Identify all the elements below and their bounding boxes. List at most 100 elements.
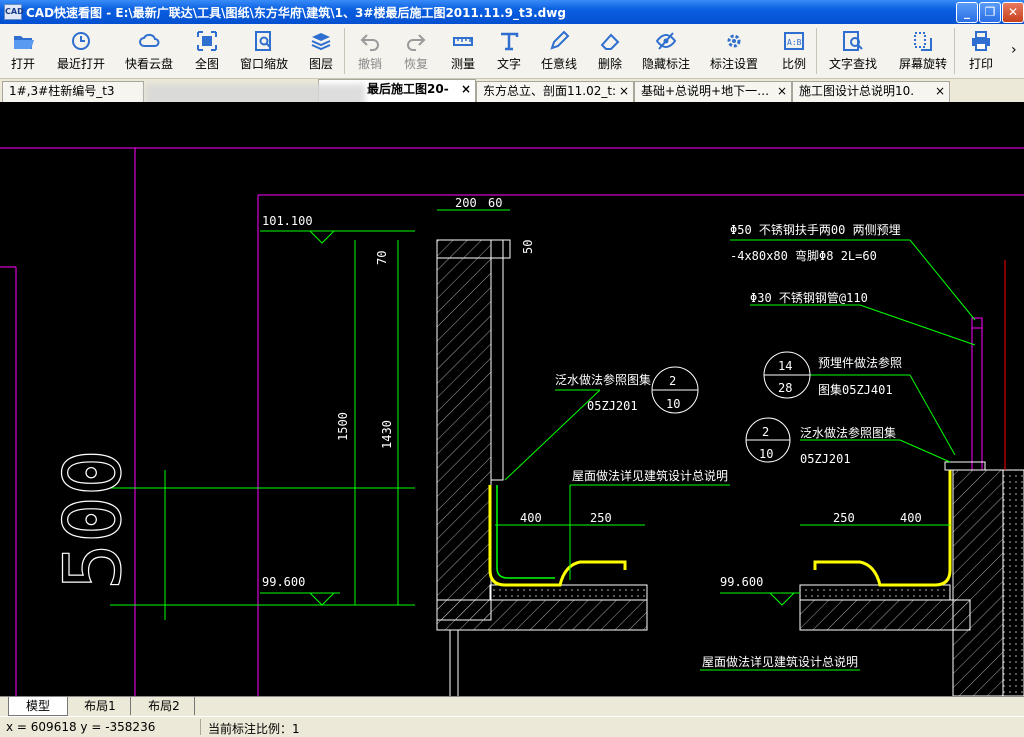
toolbar-label: 文字查找 (828, 57, 877, 71)
annotation-text: Φ50 不锈钢扶手两00 两侧预埋 (730, 222, 901, 237)
dimension-label: 250 (833, 511, 855, 525)
text-search-icon (842, 30, 864, 52)
toolbar-button-eraser[interactable]: 删除 (588, 26, 632, 76)
toolbar-label: 恢复 (403, 57, 428, 71)
toolbar-label: 测量 (450, 57, 475, 71)
tab-doc-5[interactable]: 施工图设计总说明10. × (792, 81, 950, 102)
dimension-label: 400 (900, 511, 922, 525)
toolbar-overflow-icon[interactable]: › (1011, 42, 1017, 58)
toolbar-button-printer[interactable]: 打印 (958, 26, 1004, 76)
toolbar-button-cloud[interactable]: 快看云盘 (116, 26, 182, 76)
svg-text:A:B: A:B (787, 38, 802, 47)
annotation-text: 05ZJ201 (800, 452, 851, 466)
dimension-label: 400 (520, 511, 542, 525)
toolbar-button-fit-all[interactable]: 全图 (184, 26, 230, 76)
measure-icon (452, 30, 474, 52)
hide-eye-icon (655, 30, 677, 52)
zoom-window-icon (253, 30, 275, 52)
dimension-label: 200 (455, 196, 477, 210)
tab-doc-3[interactable]: 东方总立、剖面11.02_t: × (476, 81, 634, 102)
toolbar-label: 隐藏标注 (641, 57, 690, 71)
toolbar-label: 最近打开 (56, 57, 105, 71)
detail-number: 2 (669, 374, 676, 388)
toolbar-button-scale[interactable]: A:B 比例 (772, 26, 816, 76)
dimension-label: 1430 (380, 420, 394, 449)
annotation-text: 泛水做法参照图集 (555, 372, 651, 387)
detail-number: 10 (759, 447, 773, 461)
toolbar-button-text[interactable]: 文字 (488, 26, 530, 76)
text-icon (498, 30, 520, 52)
dimension-label: 250 (590, 511, 612, 525)
detail-number: 28 (778, 381, 792, 395)
tab-close-icon[interactable]: × (935, 82, 945, 101)
toolbar-label: 任意线 (540, 57, 577, 71)
toolbar-label: 打开 (10, 57, 35, 71)
eraser-icon (599, 30, 621, 52)
dimension-label: 60 (488, 196, 502, 210)
tab-close-icon[interactable]: × (777, 82, 787, 101)
restore-button[interactable]: ❐ (979, 2, 1001, 23)
toolbar-button-redo: 恢复 (394, 26, 438, 76)
toolbar-button-rotate-screen[interactable]: 屏幕旋转 (890, 26, 956, 76)
toolbar-button-recent-clock[interactable]: 最近打开 (48, 26, 114, 76)
parapet-wall-left (436, 239, 648, 696)
elevation-markers (309, 230, 795, 606)
app-icon: CAD (4, 4, 24, 20)
toolbar-button-folder-open[interactable]: 打开 (0, 26, 46, 76)
annotation-text: 05ZJ201 (587, 399, 638, 413)
coordinate-readout: x = 609618 y = -358236 (6, 720, 156, 734)
minimize-button[interactable]: _ (956, 2, 978, 23)
toolbar-button-pencil[interactable]: 任意线 (532, 26, 586, 76)
tab-close-icon[interactable]: × (619, 82, 629, 101)
rotate-screen-icon (912, 30, 934, 52)
toolbar-button-zoom-window[interactable]: 窗口缩放 (232, 26, 296, 76)
annotation-text: 预埋件做法参照 (818, 355, 902, 370)
detail-number: 10 (666, 397, 680, 411)
toolbar-label: 撤销 (357, 57, 382, 71)
tab-layout1[interactable]: 布局1 (70, 697, 131, 715)
toolbar-label: 快看云盘 (124, 57, 173, 71)
dimension-label: 1500 (336, 412, 350, 441)
elevation-label: 101.100 (262, 214, 313, 228)
toolbar-button-gear[interactable]: 标注设置 (700, 26, 768, 76)
tab-close-icon[interactable]: × (461, 80, 471, 99)
dimension-label: 50 (521, 240, 535, 254)
annotation-text: -4x80x80 弯脚Φ8 2L=60 (730, 248, 877, 263)
toolbar-label: 打印 (968, 57, 993, 71)
title-bar: CAD CAD快速看图 - E:\最新广联达\工具\图纸\东方华府\建筑\1、3… (0, 0, 1024, 24)
toolbar-label: 删除 (597, 57, 622, 71)
fit-all-icon (196, 30, 218, 52)
drawing-canvas[interactable]: 500 101.100 99.600 99.600 200 60 50 70 1… (0, 102, 1024, 696)
detail-number: 14 (778, 359, 792, 373)
annotation-text: 屋面做法详见建筑设计总说明 (702, 654, 858, 669)
toolbar-label: 全图 (194, 57, 219, 71)
toolbar-label: 窗口缩放 (239, 57, 288, 71)
elevation-label: 99.600 (262, 575, 305, 589)
toolbar-button-measure[interactable]: 测量 (440, 26, 486, 76)
status-divider (200, 719, 201, 735)
gear-icon (723, 30, 745, 52)
redo-icon (405, 30, 427, 52)
undo-icon (359, 30, 381, 52)
toolbar-button-hide-eye[interactable]: 隐藏标注 (634, 26, 698, 76)
window-title: CAD快速看图 - E:\最新广联达\工具\图纸\东方华府\建筑\1、3#楼最后… (26, 6, 566, 20)
toolbar-label: 标注设置 (709, 57, 758, 71)
folder-open-icon (12, 30, 34, 52)
toolbar-separator (954, 28, 955, 74)
parapet-wall-right (799, 260, 1024, 696)
elevation-label: 99.600 (720, 575, 763, 589)
close-button[interactable]: ✕ (1002, 2, 1024, 23)
printer-icon (970, 30, 992, 52)
toolbar-button-text-search[interactable]: 文字查找 (820, 26, 886, 76)
annotation-text: 图集05ZJ401 (818, 382, 893, 397)
toolbar-label: 屏幕旋转 (898, 57, 947, 71)
cloud-icon (138, 30, 160, 52)
tab-doc-1[interactable]: 1#,3#柱新编号_t3 (2, 81, 144, 102)
tab-doc-4[interactable]: 基础+总说明+地下一… × (634, 81, 792, 102)
toolbar-button-layers[interactable]: 图层 (298, 26, 344, 76)
big-500-label: 500 (49, 449, 139, 590)
tab-layout2[interactable]: 布局2 (134, 697, 195, 715)
tab-model[interactable]: 模型 (8, 697, 68, 716)
status-bar: x = 609618 y = -358236 当前标注比例：1 (0, 716, 1024, 737)
layout-tabs: 模型 布局1 布局2 (0, 696, 1024, 717)
